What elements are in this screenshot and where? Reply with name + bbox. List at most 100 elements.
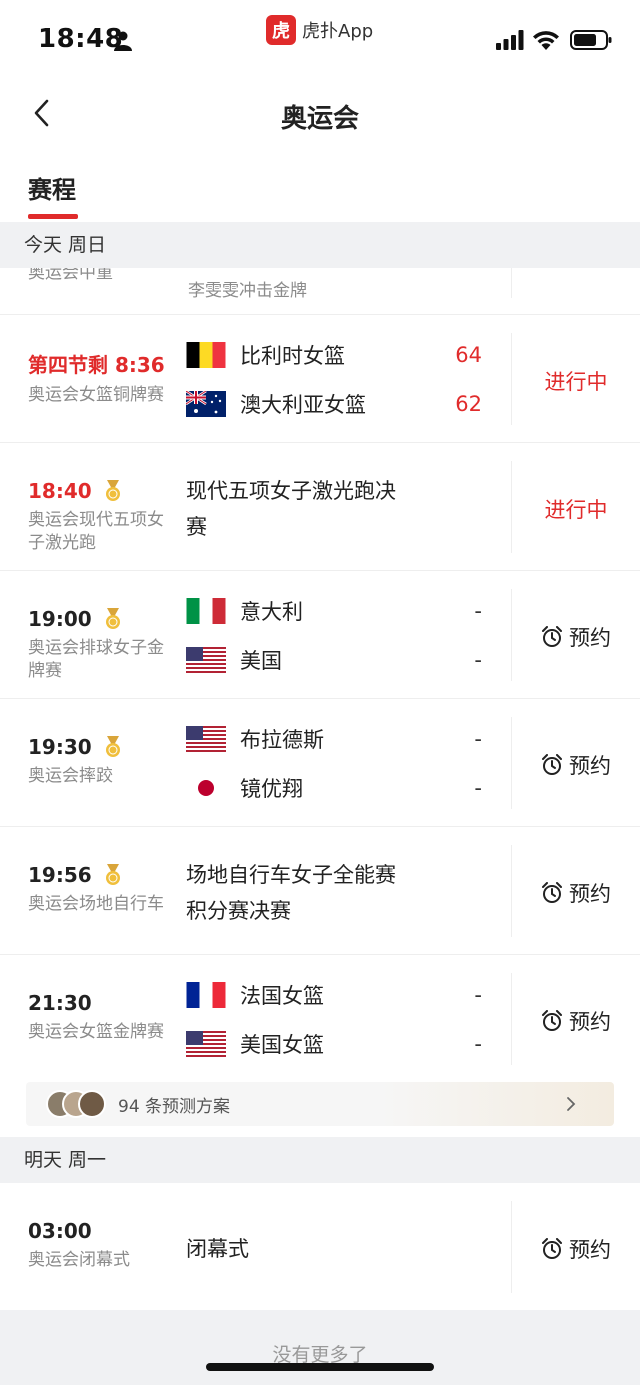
team-away: 镜优翔 - bbox=[186, 773, 496, 803]
reserve-label: 预约 bbox=[569, 1238, 611, 1262]
usa-flag-icon bbox=[186, 647, 226, 673]
status-time: 18:48 bbox=[38, 24, 124, 54]
section-header-tomorrow: 明天 周一 bbox=[0, 1137, 640, 1183]
match-time: 03:00 bbox=[28, 1219, 168, 1243]
app-logo-icon: 虎 bbox=[266, 15, 296, 45]
event-title: 现代五项女子激光跑决赛 bbox=[186, 479, 396, 539]
tab-active-indicator bbox=[28, 214, 78, 219]
team-name: 比利时女篮 bbox=[240, 344, 345, 368]
team-name: 镜优翔 bbox=[240, 777, 303, 801]
prediction-count: 94 条预测方案 bbox=[118, 1097, 231, 1117]
avatar bbox=[78, 1090, 106, 1118]
home-indicator[interactable] bbox=[206, 1363, 434, 1371]
team-name: 布拉德斯 bbox=[240, 728, 324, 752]
status-live-badge[interactable]: 进行中 bbox=[512, 366, 640, 396]
nav-bar: 奥运会 bbox=[0, 80, 640, 150]
tab-bar: 赛程 bbox=[0, 160, 640, 222]
reserve-label: 预约 bbox=[569, 882, 611, 906]
reserve-button[interactable]: 预约 bbox=[512, 1234, 640, 1264]
status-bar: 18:48 虎 虎扑App bbox=[0, 0, 640, 80]
status-live-badge[interactable]: 进行中 bbox=[512, 494, 640, 524]
team-home: 布拉德斯 - bbox=[186, 724, 496, 754]
team-name: 澳大利亚女篮 bbox=[240, 393, 366, 417]
team-name: 美国女篮 bbox=[240, 1033, 324, 1057]
chevron-right-icon bbox=[567, 1097, 576, 1111]
match-description: 奥运会排球女子金牌赛 bbox=[28, 638, 164, 681]
gold-medal-icon bbox=[105, 608, 120, 629]
japan-flag-icon bbox=[186, 775, 226, 801]
section-header-today: 今天 周日 bbox=[0, 222, 640, 268]
tab-schedule[interactable]: 赛程 bbox=[28, 170, 76, 205]
match-row[interactable]: 第四节剩 8:36 奥运会女篮铜牌赛 比利时女篮 64 澳大利亚女篮 62 进行… bbox=[0, 315, 640, 443]
team-name: 美国 bbox=[240, 649, 282, 673]
reserve-button[interactable]: 预约 bbox=[512, 1006, 640, 1036]
cellular-signal-icon bbox=[496, 30, 524, 50]
match-time-text: 第四节剩 8:36 bbox=[28, 353, 165, 377]
match-time: 21:30 bbox=[28, 991, 168, 1015]
team-home: 意大利 - bbox=[186, 596, 496, 626]
usa-flag-icon bbox=[186, 726, 226, 752]
app-name: 虎扑App bbox=[302, 21, 374, 42]
france-flag-icon bbox=[186, 982, 226, 1008]
match-time: 19:30 bbox=[28, 735, 168, 759]
wifi-icon bbox=[533, 31, 559, 50]
match-description: 奥运会女篮金牌赛 bbox=[28, 1022, 164, 1042]
match-description: 奥运会女篮铜牌赛 bbox=[28, 385, 164, 405]
team-score: - bbox=[474, 1032, 482, 1056]
reserve-label: 预约 bbox=[569, 1010, 611, 1034]
belgium-flag-icon bbox=[186, 342, 226, 368]
match-time-text: 03:00 bbox=[28, 1219, 92, 1243]
reserve-button[interactable]: 预约 bbox=[512, 878, 640, 908]
match-description: 奥运会闭幕式 bbox=[28, 1250, 130, 1270]
alarm-clock-icon bbox=[542, 1238, 562, 1259]
match-description: 奥运会摔跤 bbox=[28, 766, 113, 786]
team-score: - bbox=[474, 599, 482, 623]
match-row[interactable]: 19:56 奥运会场地自行车 场地自行车女子全能赛积分赛决赛 预约 bbox=[0, 827, 640, 955]
match-description: 奥运会中重 bbox=[28, 268, 113, 283]
team-home: 比利时女篮 64 bbox=[186, 340, 496, 370]
page-title: 奥运会 bbox=[280, 104, 359, 134]
alarm-clock-icon bbox=[542, 882, 562, 903]
match-time-text: 19:00 bbox=[28, 607, 92, 631]
list-item[interactable]: 奥运会中重 李雯雯冲击金牌 bbox=[0, 268, 640, 315]
gold-medal-icon bbox=[105, 480, 120, 501]
gold-medal-icon bbox=[105, 736, 120, 757]
match-time: 18:40 bbox=[28, 479, 168, 503]
team-away: 澳大利亚女篮 62 bbox=[186, 389, 496, 419]
reserve-button[interactable]: 预约 bbox=[512, 750, 640, 780]
team-score: - bbox=[474, 648, 482, 672]
team-home: 法国女篮 - bbox=[186, 980, 496, 1010]
reserve-label: 预约 bbox=[569, 754, 611, 778]
team-name: 法国女篮 bbox=[240, 984, 324, 1008]
avatar-group bbox=[46, 1090, 108, 1118]
app-badge[interactable]: 虎 虎扑App bbox=[266, 15, 373, 45]
match-time-text: 21:30 bbox=[28, 991, 92, 1015]
prediction-banner[interactable]: 94 条预测方案 bbox=[26, 1082, 614, 1126]
italy-flag-icon bbox=[186, 598, 226, 624]
match-time-text: 19:30 bbox=[28, 735, 92, 759]
alarm-clock-icon bbox=[542, 1010, 562, 1031]
alarm-clock-icon bbox=[542, 754, 562, 775]
team-away: 美国 - bbox=[186, 645, 496, 675]
team-away: 美国女篮 - bbox=[186, 1029, 496, 1059]
match-row[interactable]: 18:40 奥运会现代五项女子激光跑 现代五项女子激光跑决赛 进行中 bbox=[0, 443, 640, 571]
match-row[interactable]: 19:30 奥运会摔跤 布拉德斯 - 镜优翔 - 预约 bbox=[0, 699, 640, 827]
usa-flag-icon bbox=[186, 1031, 226, 1057]
team-score: 64 bbox=[455, 343, 482, 367]
event-title: 闭幕式 bbox=[186, 1237, 249, 1261]
match-time: 19:00 bbox=[28, 607, 168, 631]
reserve-label: 预约 bbox=[569, 626, 611, 650]
match-description: 奥运会场地自行车 bbox=[28, 894, 164, 914]
battery-icon bbox=[570, 30, 612, 50]
reserve-button[interactable]: 预约 bbox=[512, 622, 640, 652]
team-score: - bbox=[474, 727, 482, 751]
person-icon bbox=[114, 31, 132, 51]
match-row[interactable]: 19:00 奥运会排球女子金牌赛 意大利 - 美国 - 预约 bbox=[0, 571, 640, 699]
alarm-clock-icon bbox=[542, 626, 562, 647]
event-subtitle: 李雯雯冲击金牌 bbox=[188, 281, 307, 301]
team-score: - bbox=[474, 983, 482, 1007]
match-row[interactable]: 03:00 奥运会闭幕式 闭幕式 预约 bbox=[0, 1183, 640, 1311]
match-time-text: 18:40 bbox=[28, 479, 92, 503]
australia-flag-icon bbox=[186, 391, 226, 417]
match-description: 奥运会现代五项女子激光跑 bbox=[28, 510, 164, 553]
